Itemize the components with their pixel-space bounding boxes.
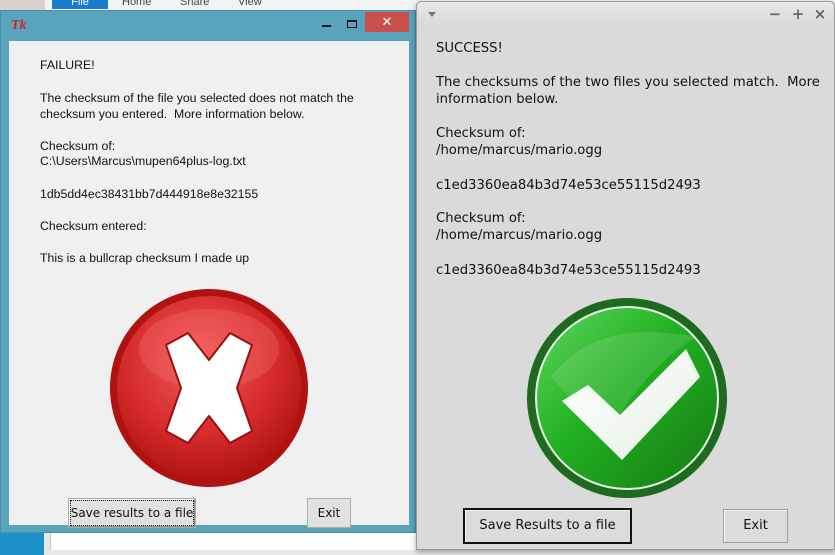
first-file-checksum: c1ed3360ea84b3d74e53ce55115d2493: [436, 178, 701, 193]
ribbon-tab-view[interactable]: View: [238, 0, 262, 9]
file-checksum: 1db5dd4ec38431bb7d444918e8e32155: [40, 187, 259, 201]
close-button[interactable]: ✕: [365, 12, 409, 32]
second-checksum-of-label: Checksum of:: [436, 211, 526, 226]
checksum-entered-value: This is a bullcrap checksum I made up: [40, 251, 250, 265]
success-check-icon: [527, 298, 727, 498]
message-line-2: checksum you entered. More information b…: [40, 107, 305, 121]
ribbon-tab-home[interactable]: Home: [122, 0, 151, 9]
error-x-icon: [110, 289, 308, 487]
save-results-button[interactable]: Save results to a file: [68, 498, 196, 528]
maximize-icon: +: [791, 5, 805, 23]
close-icon: ×: [813, 5, 827, 23]
status-heading: FAILURE!: [40, 58, 95, 72]
minimize-button[interactable]: −: [767, 6, 783, 22]
success-window: − + × SUCCESS! The checksums of the two …: [416, 1, 835, 550]
ribbon-tab-file[interactable]: File: [52, 0, 108, 9]
maximize-button[interactable]: +: [790, 6, 806, 22]
maximize-button[interactable]: [341, 14, 363, 34]
exit-button[interactable]: Exit: [307, 498, 351, 528]
failure-window: Tk ✕ FAILURE! The checksum of the file y…: [0, 10, 416, 533]
status-heading: SUCCESS!: [436, 41, 503, 56]
minimize-icon: −: [768, 5, 782, 23]
file-path: C:\Users\Marcus\mupen64plus-log.txt: [40, 154, 246, 168]
close-button[interactable]: ×: [812, 6, 828, 22]
exit-button[interactable]: Exit: [723, 509, 788, 543]
save-results-button[interactable]: Save Results to a file: [463, 508, 632, 544]
minimize-icon: [321, 25, 331, 27]
success-window-titlebar[interactable]: − + ×: [417, 2, 834, 26]
second-file-checksum: c1ed3360ea84b3d74e53ce55115d2493: [436, 263, 701, 278]
failure-window-titlebar[interactable]: Tk ✕: [1, 11, 415, 40]
tk-feather-icon: Tk: [11, 18, 27, 33]
message-line-1: The checksum of the file you selected do…: [40, 91, 354, 105]
ribbon-tab-share[interactable]: Share: [180, 0, 209, 9]
first-checksum-of-label: Checksum of:: [436, 126, 526, 141]
message-line-2: information below.: [436, 92, 559, 107]
maximize-icon: [347, 20, 357, 28]
background-pane: [50, 530, 430, 550]
minimize-button[interactable]: [316, 14, 336, 34]
window-menu-icon[interactable]: [428, 12, 436, 17]
checksum-entered-label: Checksum entered:: [40, 219, 147, 233]
checksum-of-label: Checksum of:: [40, 139, 116, 153]
close-icon: ✕: [381, 14, 393, 29]
first-file-path: /home/marcus/mario.ogg: [436, 143, 603, 158]
message-line-1: The checksums of the two files you selec…: [436, 75, 820, 90]
background-strip: [0, 530, 44, 555]
second-file-path: /home/marcus/mario.ogg: [436, 228, 603, 243]
failure-window-content: FAILURE! The checksum of the file you se…: [9, 41, 409, 528]
